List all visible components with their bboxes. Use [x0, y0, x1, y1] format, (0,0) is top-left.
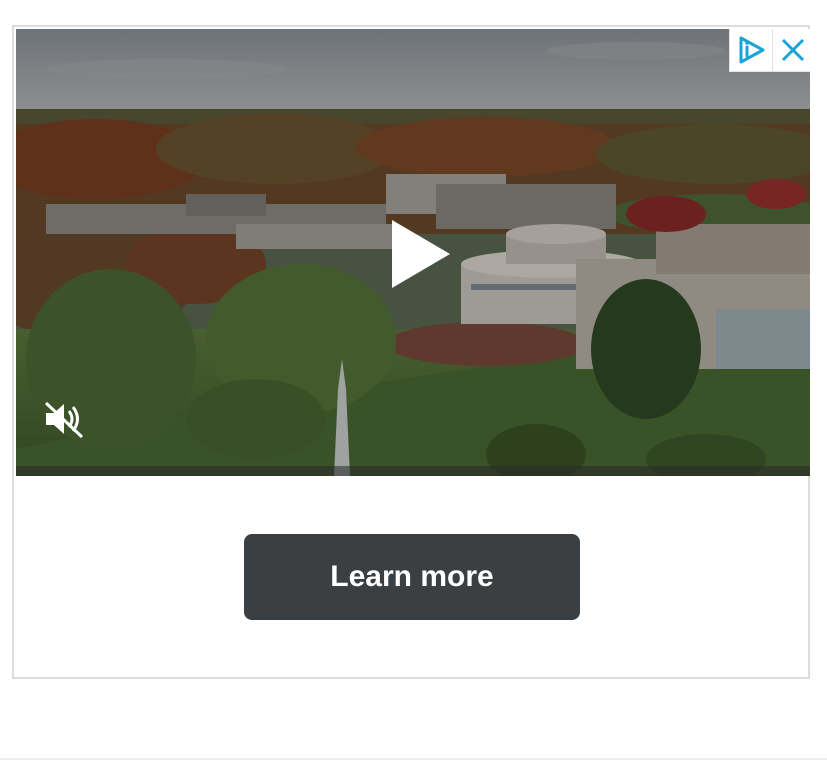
adchoices-icon	[739, 36, 765, 64]
learn-more-button[interactable]: Learn more	[244, 534, 580, 620]
play-button[interactable]	[386, 216, 456, 292]
ad-container: Learn more	[12, 25, 810, 679]
play-icon	[392, 220, 450, 288]
close-icon	[782, 38, 805, 62]
video-player[interactable]	[16, 29, 810, 476]
adchoices-bar	[729, 29, 810, 72]
speaker-muted-icon	[44, 401, 84, 439]
adchoices-button[interactable]	[730, 29, 772, 71]
divider	[0, 758, 827, 760]
close-ad-button[interactable]	[771, 29, 811, 71]
mute-toggle-button[interactable]	[40, 399, 86, 439]
video-progress-bar[interactable]	[16, 466, 810, 476]
